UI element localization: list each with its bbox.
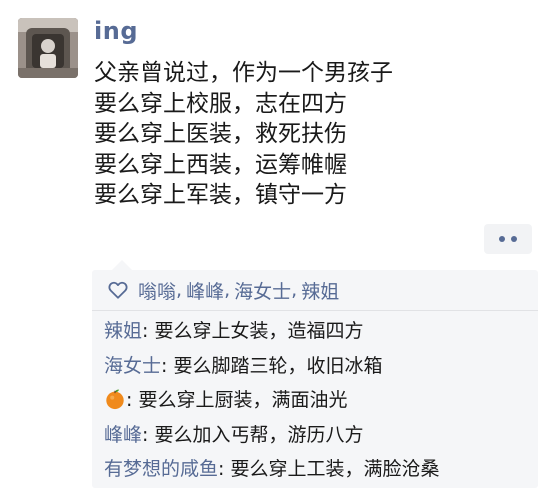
- heart-icon: [108, 281, 128, 299]
- more-dots-icon: [499, 236, 505, 242]
- avatar[interactable]: [18, 18, 78, 78]
- comment-text: 要么穿上厨装，满面油光: [132, 389, 348, 411]
- comment-author[interactable]: 有梦想的咸鱼: [104, 458, 218, 480]
- avatar-photo-icon: [18, 18, 78, 78]
- like-separator: ,: [176, 279, 183, 301]
- post-text: 父亲曾说过，作为一个男孩子 要么穿上校服，志在四方 要么穿上医装，救死扶伤 要么…: [94, 58, 534, 211]
- comment-list: 辣姐: 要么穿上女装，造福四方 海女士: 要么脚踏三轮，收旧冰箱 : 要么穿上厨…: [104, 314, 534, 487]
- more-actions-button[interactable]: [484, 224, 532, 254]
- comment-author[interactable]: 辣姐: [104, 320, 142, 342]
- likes-row: 嗡嗡, 峰峰, 海女士, 辣姐: [108, 274, 339, 306]
- like-separator: ,: [291, 279, 298, 301]
- comment-text: 要么穿上工装，满脸沧桑: [224, 458, 440, 480]
- orange-icon[interactable]: [104, 388, 126, 410]
- comment-item[interactable]: 海女士: 要么脚踏三轮，收旧冰箱: [104, 349, 534, 384]
- comment-author[interactable]: 峰峰: [104, 424, 142, 446]
- post-line: 要么穿上军装，镇守一方: [94, 182, 347, 208]
- more-dots-icon: [511, 236, 517, 242]
- like-user[interactable]: 峰峰: [186, 277, 224, 304]
- comment-item[interactable]: 有梦想的咸鱼: 要么穿上工装，满脸沧桑: [104, 452, 534, 487]
- post-line: 父亲曾说过，作为一个男孩子: [94, 60, 393, 86]
- comment-text: 要么加入丐帮，游历八方: [148, 423, 364, 446]
- divider: [92, 310, 538, 311]
- like-user[interactable]: 辣姐: [301, 277, 339, 304]
- post-line: 要么穿上西装，运筹帷幄: [94, 151, 347, 178]
- comment-text: 要么脚踏三轮，收旧冰箱: [167, 354, 383, 377]
- comment-item[interactable]: 辣姐: 要么穿上女装，造福四方: [104, 314, 534, 349]
- comment-item[interactable]: : 要么穿上厨装，满面油光: [104, 383, 534, 418]
- like-separator: ,: [224, 279, 231, 301]
- like-user[interactable]: 海女士: [234, 277, 291, 304]
- post-username[interactable]: ing: [94, 17, 138, 45]
- comment-author[interactable]: 海女士: [104, 355, 161, 377]
- post-line: 要么穿上校服，志在四方: [94, 90, 347, 117]
- comment-item[interactable]: 峰峰: 要么加入丐帮，游历八方: [104, 418, 534, 453]
- comment-text: 要么穿上女装，造福四方: [148, 320, 364, 342]
- interaction-panel: 嗡嗡, 峰峰, 海女士, 辣姐 辣姐: 要么穿上女装，造福四方 海女士: 要么脚…: [92, 260, 538, 488]
- moments-post: ing 父亲曾说过，作为一个男孩子 要么穿上校服，志在四方 要么穿上医装，救死扶…: [0, 0, 550, 500]
- like-user[interactable]: 嗡嗡: [138, 277, 176, 304]
- post-line: 要么穿上医装，救死扶伤: [94, 121, 347, 147]
